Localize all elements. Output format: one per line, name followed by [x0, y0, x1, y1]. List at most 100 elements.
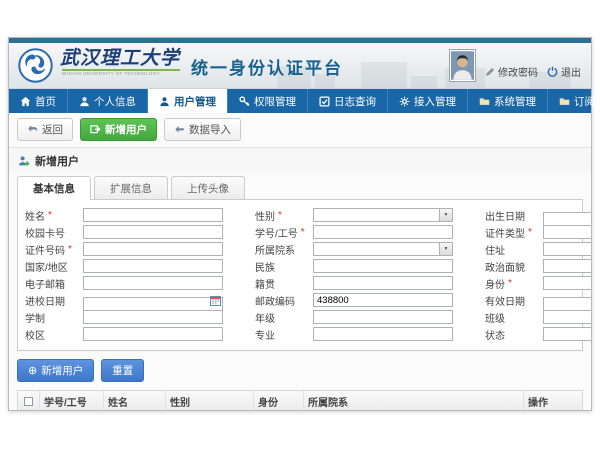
tab-upload-avatar[interactable]: 上传头像	[171, 176, 245, 199]
avatar[interactable]	[449, 49, 476, 82]
back-button[interactable]: 返回	[17, 118, 73, 141]
birth-date-input[interactable]	[543, 212, 591, 226]
change-password-label: 修改密码	[498, 64, 538, 79]
person-plus-icon	[18, 155, 30, 167]
field-valid-date: 有效日期*	[485, 293, 591, 307]
content-area: 返回 新增用户 数据导入 新增用户 基本信息 扩展信息 上传头	[9, 113, 591, 410]
field-name: 姓名*	[25, 208, 223, 222]
required-mark: *	[508, 278, 512, 289]
field-major: 专业*	[255, 327, 453, 341]
nav-item-system-management[interactable]: 系统管理	[468, 89, 548, 113]
postal-code-input[interactable]	[313, 293, 453, 307]
required-mark: *	[278, 210, 282, 221]
platform-title: 统一身份认证平台	[191, 54, 343, 79]
schooling-length-input[interactable]	[83, 310, 223, 324]
field-label: 国家/地区	[25, 259, 68, 274]
field-label: 民族	[255, 259, 275, 274]
field-label: 住址	[485, 242, 505, 257]
field-label: 学制	[25, 310, 45, 325]
nav-item-user-management[interactable]: 用户管理	[148, 89, 228, 113]
basic-info-panel: 姓名* 性别* ▼ 出生日期* 校园卡号*	[17, 199, 583, 351]
nav-label: 权限管理	[254, 94, 296, 109]
field-address: 住址*	[485, 242, 591, 256]
tab-basic-info[interactable]: 基本信息	[17, 176, 91, 200]
nav-item-log-query[interactable]: 日志查询	[308, 89, 388, 113]
student-id-input[interactable]	[313, 225, 453, 239]
select-all-checkbox[interactable]	[24, 397, 33, 406]
gender-select[interactable]: ▼	[313, 208, 453, 222]
field-label: 校园卡号	[25, 225, 65, 240]
change-password-link[interactable]: 修改密码	[485, 64, 538, 79]
field-identity: 身份*	[485, 276, 591, 290]
field-political-status: 政治面貌*	[485, 259, 591, 273]
field-label: 性别	[255, 208, 275, 223]
form-tabs: 基本信息 扩展信息 上传头像	[17, 176, 583, 199]
back-arrow-icon	[27, 124, 38, 135]
campus-input[interactable]	[83, 327, 223, 341]
user-table: 学号/工号 姓名 性别 身份 所属院系 操作	[17, 390, 583, 410]
id-type-input[interactable]	[543, 225, 591, 239]
status-input[interactable]	[543, 327, 591, 341]
nav-item-permission-management[interactable]: 权限管理	[228, 89, 308, 113]
field-label: 进校日期	[25, 293, 65, 308]
column-header-actions: 操作	[524, 391, 582, 410]
tab-extended-info[interactable]: 扩展信息	[94, 176, 168, 199]
class-input[interactable]	[543, 310, 591, 324]
ethnicity-input[interactable]	[313, 259, 453, 273]
field-postal-code: 邮政编码*	[255, 293, 453, 307]
name-input[interactable]	[83, 208, 223, 222]
data-import-button[interactable]: 数据导入	[164, 118, 241, 141]
logo-underline	[62, 69, 180, 71]
logout-link[interactable]: 退出	[547, 64, 581, 79]
users-icon	[159, 96, 170, 107]
required-mark: *	[68, 244, 72, 255]
section-header: 新增用户	[9, 147, 591, 173]
id-number-input[interactable]	[83, 242, 223, 256]
nav-item-personal-info[interactable]: 个人信息	[68, 89, 148, 113]
campus-card-input[interactable]	[83, 225, 223, 239]
nav-item-access-management[interactable]: 接入管理	[388, 89, 468, 113]
calendar-icon[interactable]	[210, 295, 221, 306]
add-user-icon	[90, 124, 101, 135]
field-gender: 性别* ▼	[255, 208, 453, 222]
nav-label: 订阅管理	[574, 94, 600, 109]
required-mark: *	[301, 227, 305, 238]
field-birth-date: 出生日期*	[485, 208, 591, 222]
nav-item-subscription-management[interactable]: 订阅管理	[548, 89, 600, 113]
reset-label: 重置	[112, 363, 133, 378]
field-label: 姓名	[25, 208, 45, 223]
field-label: 籍贯	[255, 276, 275, 291]
identity-input[interactable]	[543, 276, 591, 290]
folder-icon	[479, 96, 490, 107]
native-place-input[interactable]	[313, 276, 453, 290]
field-label: 班级	[485, 310, 505, 325]
building-silhouette	[411, 76, 437, 88]
field-label: 证件号码	[25, 242, 65, 257]
table-header-row: 学号/工号 姓名 性别 身份 所属院系 操作	[18, 391, 582, 410]
enroll-date-input[interactable]	[83, 297, 223, 311]
field-id-type: 证件类型*	[485, 225, 591, 239]
country-input[interactable]	[83, 259, 223, 273]
column-header-identity: 身份	[254, 391, 304, 410]
select-all-cell	[18, 391, 40, 410]
gear-icon	[399, 96, 410, 107]
university-logo: 武汉理工大学 WUHAN UNIVERSITY OF TECHNOLOGY	[18, 48, 188, 83]
major-input[interactable]	[313, 327, 453, 341]
political-status-input[interactable]	[543, 259, 591, 273]
grade-input[interactable]	[313, 310, 453, 324]
address-input[interactable]	[543, 242, 591, 256]
field-label: 政治面貌	[485, 259, 525, 274]
department-select[interactable]: ▼	[313, 242, 453, 256]
nav-item-home[interactable]: 首页	[9, 89, 68, 113]
field-label: 有效日期	[485, 293, 525, 308]
field-ethnicity: 民族*	[255, 259, 453, 273]
reset-button[interactable]: 重置	[101, 359, 144, 382]
field-status: 状态*	[485, 327, 591, 341]
pencil-icon	[485, 67, 495, 77]
add-user-toolbar-button[interactable]: 新增用户	[80, 118, 157, 141]
valid-date-input[interactable]	[543, 297, 591, 311]
add-user-submit-button[interactable]: ⊕ 新增用户	[17, 359, 94, 382]
plus-circle-icon: ⊕	[28, 366, 37, 376]
toolbar: 返回 新增用户 数据导入	[9, 113, 591, 147]
email-input[interactable]	[83, 276, 223, 290]
